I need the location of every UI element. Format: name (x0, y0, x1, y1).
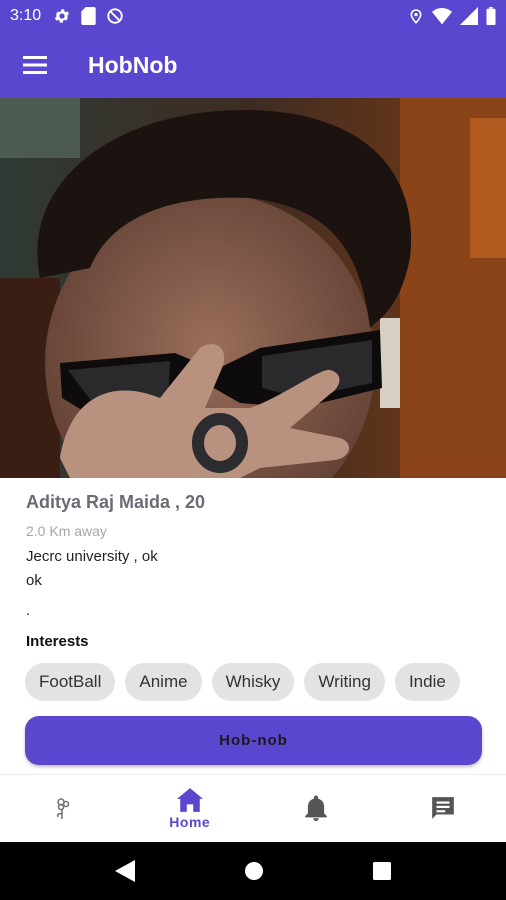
interest-chip[interactable]: Writing (304, 663, 385, 701)
home-circle-icon[interactable] (244, 861, 264, 881)
app-bar: HobNob (0, 32, 506, 98)
profile-bio-line-2: ok (26, 572, 42, 589)
menu-button[interactable] (0, 32, 70, 98)
recents-icon[interactable] (373, 862, 392, 880)
cell-signal-icon (460, 7, 478, 25)
bottom-nav: Home (0, 774, 506, 842)
nav-item-chat[interactable] (380, 775, 506, 842)
interest-chip[interactable]: Anime (125, 663, 202, 701)
profile-name: Aditya Raj Maida , 20 (26, 492, 206, 512)
hob-nob-button[interactable]: Hob-nob (25, 716, 482, 765)
nav-label-home: Home (169, 813, 211, 830)
profile-bio-line-1: Jecrc university , ok (26, 548, 158, 565)
system-nav-bar (0, 842, 506, 900)
nav-item-discover[interactable] (0, 775, 127, 842)
nav-item-home[interactable]: Home (127, 775, 254, 842)
wifi-icon (432, 8, 452, 25)
chat-icon (431, 796, 454, 819)
profile-card: Aditya Raj Maida , 20 2.0 Km away Jecrc … (0, 478, 506, 774)
profile-distance: 2.0 Km away (26, 523, 107, 539)
profile-photo (0, 98, 506, 478)
interest-chip[interactable]: FootBall (25, 663, 116, 701)
profile-photo-image (0, 98, 506, 478)
interests-chips: FootBall Anime Whisky Writing Indie (25, 663, 506, 701)
settings-icon (55, 9, 70, 23)
nav-item-notifications[interactable] (253, 775, 380, 842)
interests-title: Interests (26, 633, 89, 650)
interest-chip[interactable]: Whisky (211, 663, 295, 701)
back-icon[interactable] (114, 860, 135, 882)
status-time: 3:10 (10, 7, 42, 24)
battery-icon (486, 7, 496, 25)
profile-bio-line-3: . (26, 602, 31, 619)
sd-card-icon (81, 7, 96, 25)
flower-icon (57, 797, 70, 819)
status-bar: 3:10 (0, 0, 506, 32)
hamburger-menu-icon (23, 56, 47, 74)
interest-chip[interactable]: Indie (394, 663, 460, 701)
location-icon (410, 9, 422, 24)
data-saver-icon (107, 8, 123, 24)
bell-icon (305, 795, 328, 821)
home-icon (176, 787, 203, 812)
app-title: HobNob (88, 51, 178, 78)
